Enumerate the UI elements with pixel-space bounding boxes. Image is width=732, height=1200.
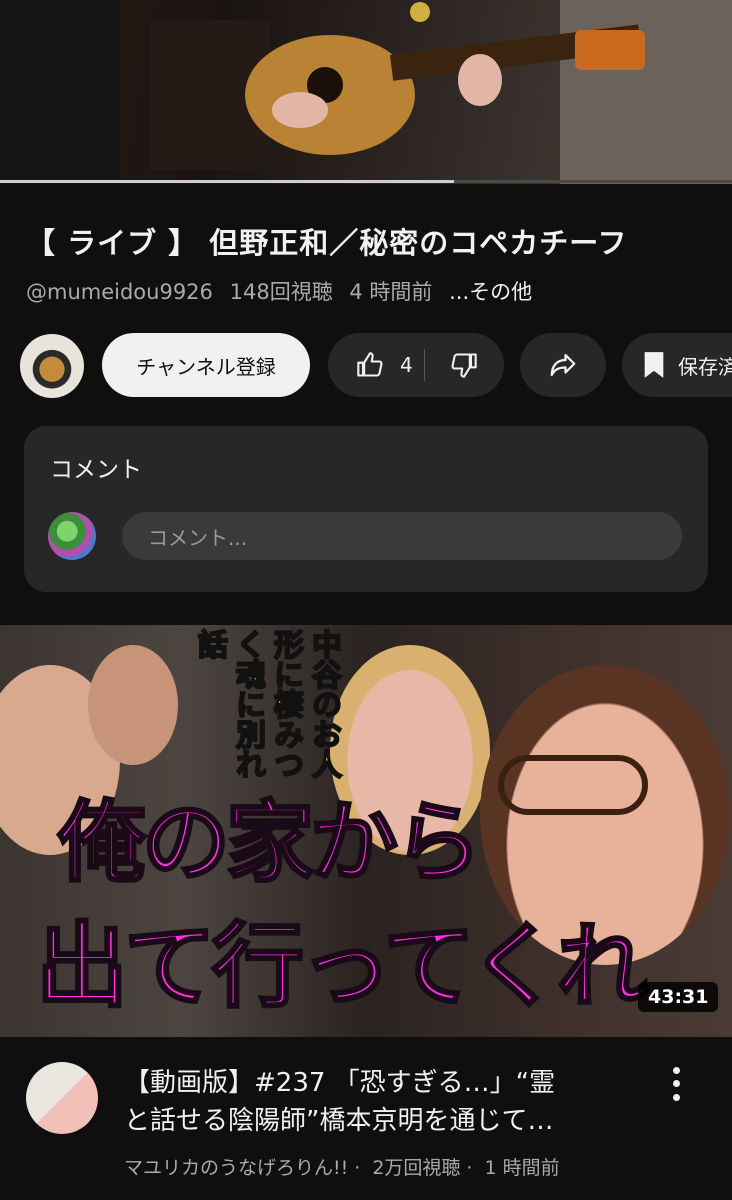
next-title-line-1: 【動画版】#237 「恐すぎる…」“霊 [124,1068,556,1098]
save-button[interactable]: 保存済み [622,333,732,397]
more-link[interactable]: ...その他 [449,280,532,304]
dislike-button[interactable] [429,333,499,397]
duration-badge: 43:31 [638,982,719,1012]
next-title-line-2: と話せる陰陽師”橋本京明を通じて… [124,1106,554,1136]
share-icon [550,353,576,377]
user-avatar [48,512,96,560]
view-count: 148回視聴 [229,280,333,304]
thumbnail-headline-2: 出て行ってくれ [35,911,651,1022]
bookmark-icon [644,352,664,378]
separator: · [466,1157,473,1179]
like-count: 4 [400,353,413,377]
thumbs-down-icon [451,353,477,378]
thumbnail-glasses [498,755,648,815]
comments-title: コメント [50,457,142,483]
thumbnail-person-left-back [88,645,178,765]
next-channel-name: マユリカのうなげろりん!! [124,1157,349,1179]
thumbnail-vertical-text: 中谷のお人形に棲みつく魂に別れ話 [190,628,342,780]
progress-fill [0,180,454,183]
video-meta[interactable]: @mumeidou9926 148回視聴 4 時間前 ...その他 [26,276,542,306]
like-dislike-group: 4 [328,333,504,397]
video-title[interactable]: 【 ライブ 】 但野正和／秘密のコペカチーフ [26,220,716,262]
comment-input[interactable]: コメント... [122,512,682,560]
next-view-count: 2万回視聴 [372,1157,461,1179]
next-channel-avatar[interactable] [26,1062,98,1134]
comments-panel[interactable]: コメント コメント... [24,426,708,592]
subscribe-button[interactable]: チャンネル登録 [102,333,310,397]
share-button[interactable] [520,333,606,397]
next-upload-time: 1 時間前 [484,1157,560,1179]
video-frame [0,0,732,184]
separator: · [354,1157,361,1179]
like-button[interactable]: 4 [328,333,420,397]
save-label: 保存済み [678,354,732,379]
next-video-meta: マユリカのうなげろりん!! · 2万回視聴 · 1 時間前 [124,1153,684,1180]
progress-bar[interactable] [0,180,732,183]
video-player[interactable] [0,0,732,184]
upload-time: 4 時間前 [349,280,433,304]
next-video-title[interactable]: 【動画版】#237 「恐すぎる…」“霊 と話せる陰陽師”橋本京明を通じて… [124,1064,644,1140]
channel-avatar[interactable] [20,334,84,398]
channel-handle: @mumeidou9926 [26,280,213,304]
more-vertical-icon[interactable] [658,1064,694,1104]
thumbs-up-icon [357,352,383,377]
thumbnail-headline-1: 俺の家から [56,789,483,896]
divider [424,349,425,381]
